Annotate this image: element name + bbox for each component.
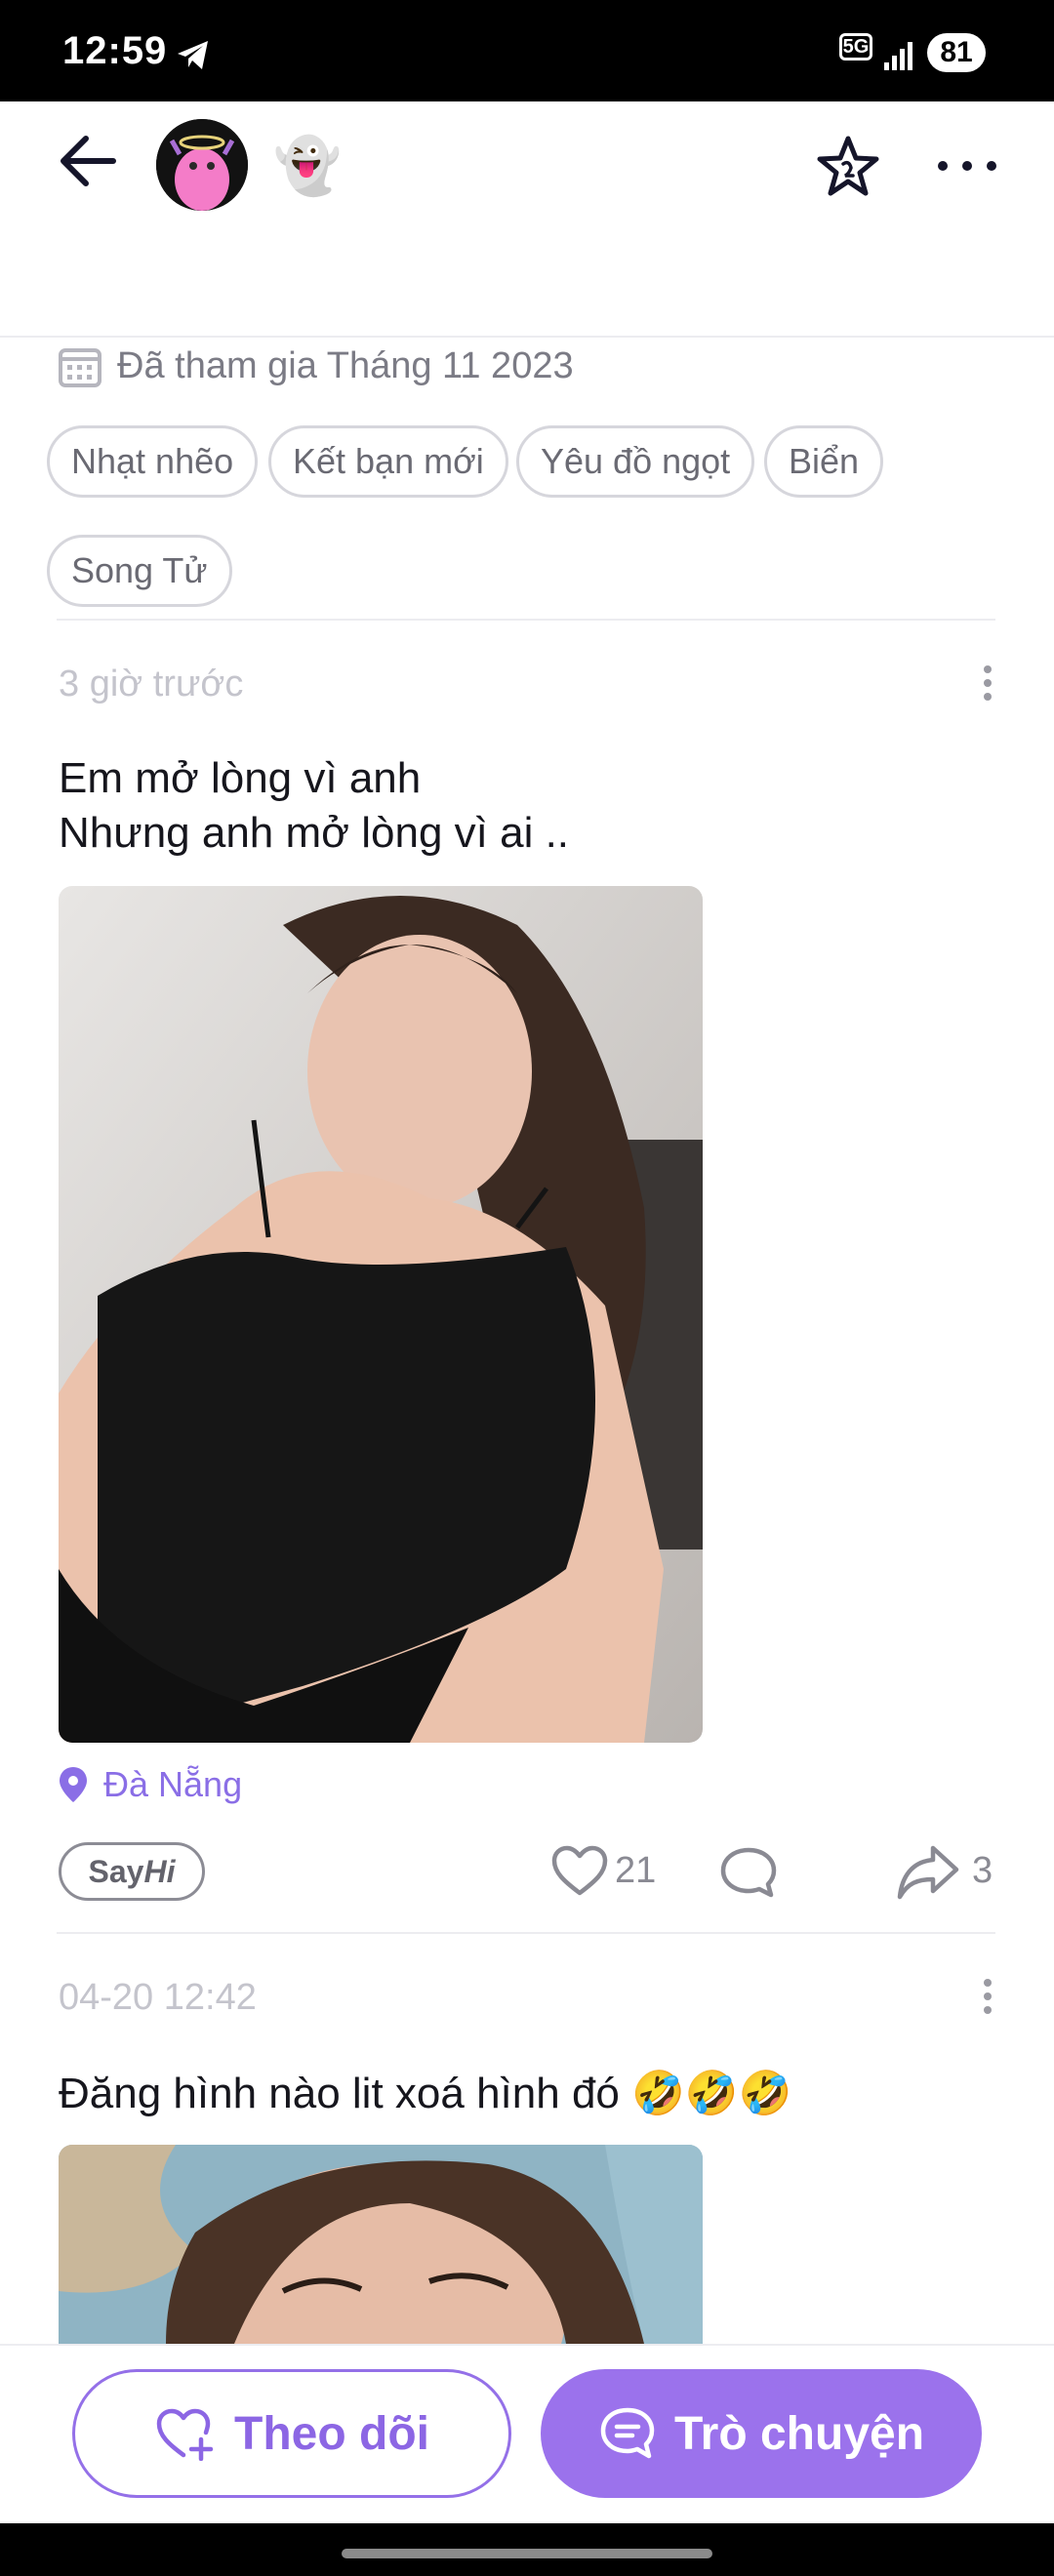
more-options-icon[interactable]: [933, 146, 1001, 185]
post-text: Đăng hình nào lit xoá hình đó 🤣🤣🤣: [59, 2070, 792, 2117]
profile-header: [0, 101, 1054, 338]
share-count: 3: [972, 1850, 993, 1891]
pink-monster-avatar-icon: [156, 119, 248, 211]
share-icon[interactable]: [896, 1842, 960, 1901]
section-divider: [57, 1932, 995, 1934]
tag-item[interactable]: Biển: [764, 425, 884, 498]
say-hi-label-a: Say: [88, 1854, 144, 1889]
battery-indicator: 81: [927, 33, 986, 72]
post-location[interactable]: Đà Nẵng: [57, 1764, 242, 1805]
signal-icon: [884, 42, 912, 70]
selfie-photo-2: [59, 2145, 703, 2344]
avatar[interactable]: [156, 119, 248, 211]
network-5g-icon: 5G: [839, 33, 872, 60]
status-bar: 12:59 5G 81: [0, 0, 1054, 101]
post-time: 3 giờ trước: [59, 664, 244, 704]
like-count: 21: [615, 1850, 657, 1891]
chat-label: Trò chuyện: [673, 2407, 925, 2460]
post-text: Em mở lòng vì anh Nhưng anh mở lòng vì a…: [59, 754, 570, 857]
star-icon[interactable]: [814, 133, 882, 201]
tag-item[interactable]: Kết bạn mới: [268, 425, 508, 498]
say-hi-label-b: Hi: [143, 1854, 176, 1889]
back-arrow-icon[interactable]: [55, 127, 123, 195]
joined-text: Đã tham gia Tháng 11 2023: [117, 344, 574, 386]
say-hi-button[interactable]: SayHi: [59, 1842, 205, 1901]
follow-button[interactable]: Theo dõi: [72, 2369, 511, 2498]
tag-item[interactable]: Nhạt nhẽo: [47, 425, 259, 498]
section-divider: [57, 619, 995, 621]
home-indicator[interactable]: [342, 2549, 712, 2558]
post-photo[interactable]: [59, 2145, 703, 2344]
tag-item[interactable]: Song Tử: [47, 535, 232, 607]
follow-label: Theo dõi: [234, 2407, 429, 2460]
post-photo[interactable]: [59, 886, 703, 1743]
chat-button[interactable]: Trò chuyện: [541, 2369, 982, 2498]
location-text: Đà Nẵng: [103, 1764, 243, 1804]
selfie-photo: [59, 886, 703, 1743]
comment-icon[interactable]: [718, 1844, 779, 1901]
chat-bubble-icon: [600, 2407, 655, 2459]
joined-date: Đã tham gia Tháng 11 2023: [57, 342, 574, 390]
heart-icon[interactable]: [550, 1844, 609, 1899]
location-pin-icon: [60, 1767, 87, 1802]
heart-plus-icon: [156, 2408, 214, 2461]
telegram-icon: [178, 41, 208, 69]
status-time: 12:59: [62, 29, 168, 72]
post-more-icon[interactable]: [966, 1975, 1009, 2018]
tag-item[interactable]: Yêu đồ ngọt: [516, 425, 755, 498]
calendar-icon: [59, 348, 101, 387]
post-time: 04-20 12:42: [59, 1977, 257, 2018]
ghost-badge-icon: 👻: [273, 135, 342, 196]
post-more-icon[interactable]: [966, 662, 1009, 704]
